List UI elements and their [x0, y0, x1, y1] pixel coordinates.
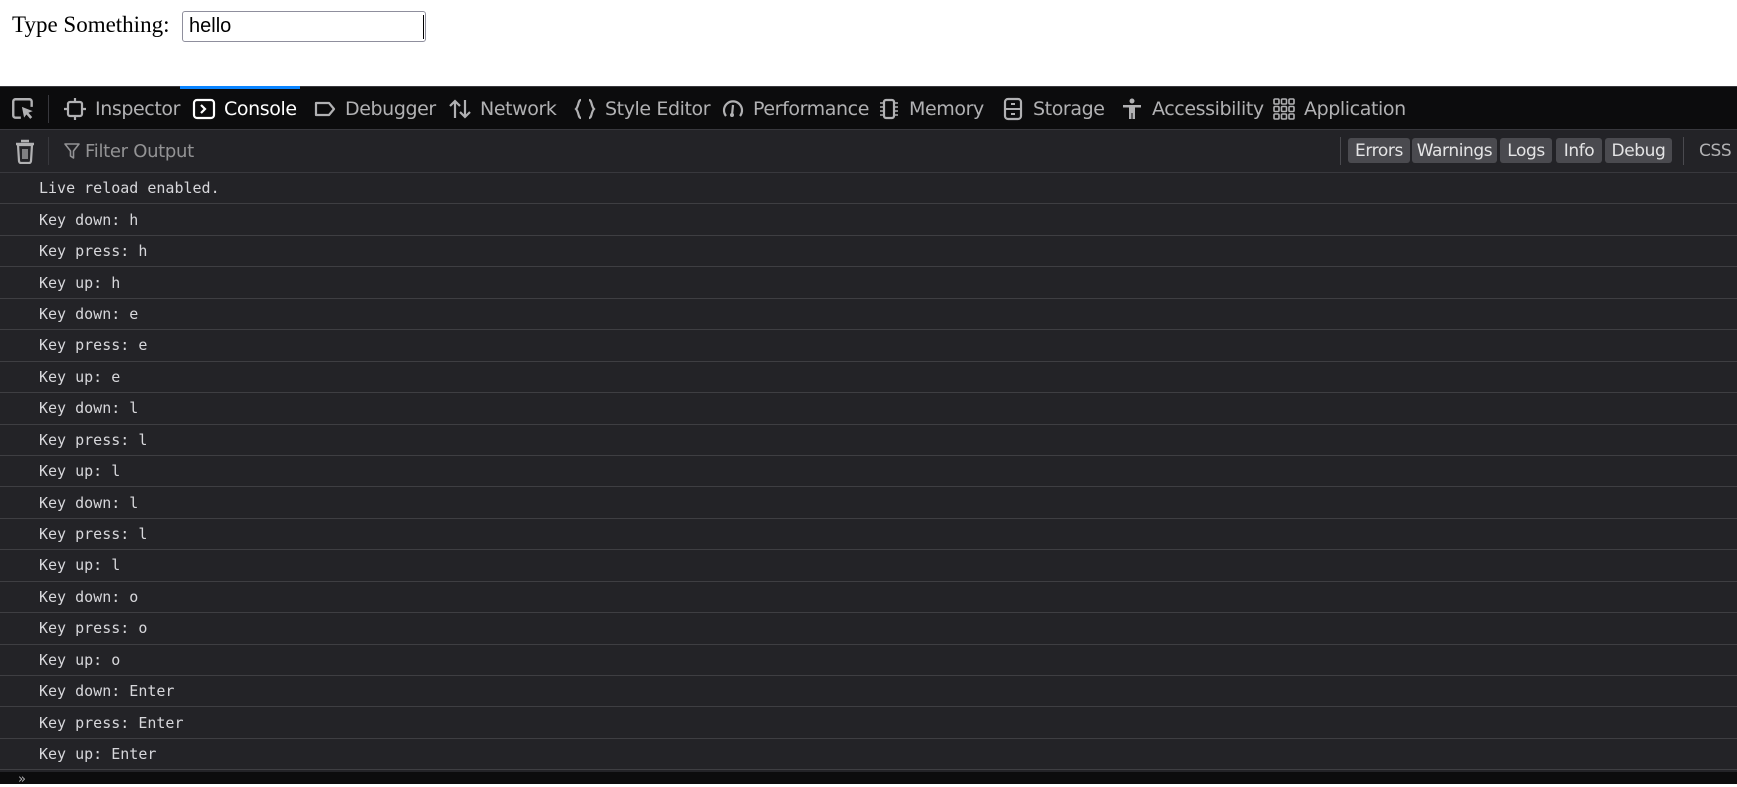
application-icon — [1272, 97, 1296, 121]
console-message: Key up: Enter — [0, 738, 1737, 771]
console-message: Key down: l — [0, 487, 1737, 519]
performance-icon — [721, 97, 745, 121]
console-message: Key press: e — [0, 330, 1737, 362]
tab-accessibility[interactable]: Accessibility — [1120, 87, 1264, 130]
tab-separator — [48, 95, 49, 123]
web-page: Type Something: — [0, 0, 1737, 86]
tab-label: Console — [224, 97, 297, 120]
console-message: Key down: h — [0, 204, 1737, 236]
text-caret — [423, 15, 424, 39]
filter-logs-button[interactable]: Logs — [1500, 138, 1552, 163]
tab-label: Inspector — [95, 97, 181, 120]
console-icon — [192, 97, 216, 121]
filter-icon — [63, 142, 81, 160]
type-something-input[interactable] — [182, 11, 426, 42]
tab-storage[interactable]: Storage — [1001, 87, 1105, 130]
tab-memory[interactable]: Memory — [877, 87, 984, 130]
console-message: Key press: l — [0, 518, 1737, 551]
filter-separator — [1340, 137, 1341, 165]
devtools-panel: Inspector Console Debugger Network Style… — [0, 86, 1737, 786]
tab-label: Accessibility — [1152, 97, 1264, 120]
console-message: Key up: l — [0, 455, 1737, 488]
console-message: Key up: e — [0, 361, 1737, 394]
element-picker-icon[interactable] — [10, 96, 36, 122]
type-something-label: Type Something: — [12, 12, 170, 37]
storage-icon — [1001, 97, 1025, 121]
filter-errors-button[interactable]: Errors — [1348, 138, 1410, 163]
tab-label: Memory — [909, 97, 984, 120]
console-message: Key up: o — [0, 644, 1737, 676]
tab-console[interactable]: Console — [180, 86, 300, 130]
tab-performance[interactable]: Performance — [721, 87, 869, 130]
tab-label: Storage — [1033, 97, 1105, 120]
tab-label: Debugger — [345, 97, 436, 120]
console-message: Key up: h — [0, 267, 1737, 299]
inspector-icon — [63, 97, 87, 121]
console-toolbar: Errors Warnings Logs Info Debug CSS — [0, 130, 1737, 173]
console-message: Key up: l — [0, 550, 1737, 582]
devtools-tab-bar: Inspector Console Debugger Network Style… — [0, 86, 1737, 130]
console-message: Key down: e — [0, 298, 1737, 331]
filter-debug-button[interactable]: Debug — [1605, 138, 1672, 163]
console-message: Key press: Enter — [0, 707, 1737, 739]
tab-label: Application — [1304, 97, 1406, 120]
tab-label: Performance — [753, 97, 870, 120]
console-message: Key press: h — [0, 235, 1737, 268]
style-editor-icon — [573, 97, 597, 121]
debugger-icon — [313, 97, 337, 121]
tab-style-editor[interactable]: Style Editor — [573, 87, 711, 130]
console-message: Key down: Enter — [0, 676, 1737, 708]
filter-warnings-button[interactable]: Warnings — [1412, 138, 1497, 163]
tab-label: Network — [480, 97, 557, 120]
console-message: Key down: o — [0, 581, 1737, 614]
console-message: Key down: l — [0, 393, 1737, 425]
console-input-area[interactable]: » — [0, 772, 1737, 786]
clear-console-trash-icon[interactable] — [13, 138, 37, 165]
accessibility-icon — [1120, 97, 1144, 121]
filter-css-button[interactable]: CSS — [1699, 138, 1732, 163]
console-message: Key press: o — [0, 613, 1737, 645]
console-message: Live reload enabled. — [0, 173, 1737, 205]
tab-inspector[interactable]: Inspector — [63, 87, 180, 130]
tab-application[interactable]: Application — [1272, 87, 1406, 130]
console-output: Live reload enabled. Key down: h Key press… — [0, 173, 1737, 771]
tab-label: Style Editor — [605, 97, 711, 120]
console-message: Key press: l — [0, 424, 1737, 456]
filter-info-button[interactable]: Info — [1556, 138, 1602, 163]
network-icon — [448, 97, 472, 121]
filter-output-input[interactable] — [85, 136, 585, 166]
filter-separator — [1683, 137, 1684, 165]
tab-debugger[interactable]: Debugger — [313, 87, 436, 130]
toolbar-separator — [48, 137, 49, 165]
memory-icon — [877, 97, 901, 121]
tab-network[interactable]: Network — [448, 87, 557, 130]
